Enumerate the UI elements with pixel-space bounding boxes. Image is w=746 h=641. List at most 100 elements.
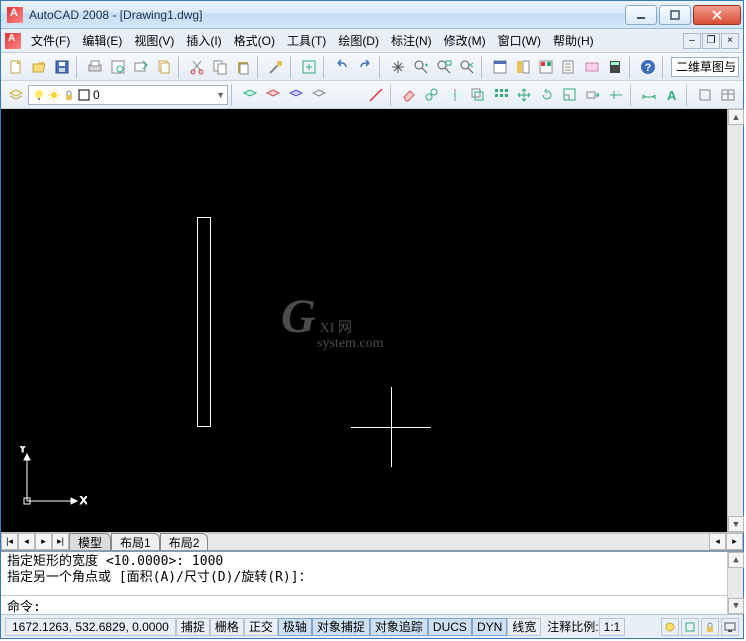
open-icon[interactable] — [28, 56, 50, 78]
design-center-icon[interactable] — [512, 56, 534, 78]
tool-palettes-icon[interactable] — [535, 56, 557, 78]
sheet-set-mgr-icon[interactable] — [558, 56, 580, 78]
menu-view[interactable]: 视图(V) — [128, 30, 180, 51]
block-editor-icon[interactable] — [298, 56, 320, 78]
menu-draw[interactable]: 绘图(D) — [332, 30, 385, 51]
save-icon[interactable] — [51, 56, 73, 78]
cut-icon[interactable] — [186, 56, 208, 78]
drawing-rectangle[interactable] — [197, 217, 211, 427]
vertical-scrollbar[interactable]: ▲ ▼ — [727, 109, 743, 532]
toggle-dyn[interactable]: DYN — [472, 618, 507, 636]
zoom-window-icon[interactable] — [433, 56, 455, 78]
lock-ui-icon[interactable] — [701, 618, 719, 636]
zoom-realtime-icon[interactable] — [410, 56, 432, 78]
mirror-icon[interactable] — [444, 84, 466, 106]
help-icon[interactable]: ? — [637, 56, 659, 78]
paste-icon[interactable] — [232, 56, 254, 78]
line-icon[interactable] — [365, 84, 387, 106]
hscroll-left-icon[interactable]: ◂ — [709, 533, 726, 550]
layer-state-icon[interactable] — [262, 84, 284, 106]
layer-combo[interactable]: 0 ▼ — [28, 85, 228, 105]
toggle-polar[interactable]: 极轴 — [278, 618, 312, 636]
layer-props-icon[interactable] — [5, 84, 27, 106]
mdi-restore[interactable]: ❐ — [702, 33, 720, 49]
anno-autoscale-icon[interactable] — [681, 618, 699, 636]
tab-prev-icon[interactable]: ◂ — [18, 533, 35, 550]
command-input[interactable]: 命令: — [1, 596, 727, 614]
scale-icon[interactable] — [559, 84, 581, 106]
toggle-osnap[interactable]: 对象捕捉 — [312, 618, 370, 636]
menu-tools[interactable]: 工具(T) — [281, 30, 332, 51]
tab-layout2[interactable]: 布局2 — [160, 533, 209, 550]
anno-visibility-icon[interactable] — [661, 618, 679, 636]
coordinates-readout[interactable]: 1672.1263, 532.6829, 0.0000 — [5, 618, 176, 636]
menu-format[interactable]: 格式(O) — [228, 30, 281, 51]
tab-model[interactable]: 模型 — [69, 533, 111, 550]
redo-icon[interactable] — [354, 56, 376, 78]
scroll-up-icon[interactable]: ▲ — [728, 109, 744, 125]
tab-next-icon[interactable]: ▸ — [35, 533, 52, 550]
plot-preview-icon[interactable] — [107, 56, 129, 78]
offset-icon[interactable] — [467, 84, 489, 106]
menu-file[interactable]: 文件(F) — [25, 30, 76, 51]
dim-linear-icon[interactable] — [638, 84, 660, 106]
move-icon[interactable] — [513, 84, 535, 106]
quickcalc-icon[interactable] — [604, 56, 626, 78]
table-icon[interactable] — [717, 84, 739, 106]
tab-first-icon[interactable]: |◂ — [1, 533, 18, 550]
block-icon[interactable] — [694, 84, 716, 106]
pan-icon[interactable] — [387, 56, 409, 78]
tab-last-icon[interactable]: ▸| — [52, 533, 69, 550]
layer-previous-icon[interactable] — [239, 84, 261, 106]
anno-scale-combo[interactable]: 1:1 — [599, 618, 626, 636]
properties-icon[interactable] — [489, 56, 511, 78]
app-icon — [7, 7, 23, 23]
scroll-down-icon[interactable]: ▼ — [728, 598, 744, 614]
copy-icon[interactable] — [209, 56, 231, 78]
erase-icon[interactable] — [398, 84, 420, 106]
layer-iso-icon[interactable] — [285, 84, 307, 106]
toggle-grid[interactable]: 栅格 — [210, 618, 244, 636]
array-icon[interactable] — [490, 84, 512, 106]
toggle-ortho[interactable]: 正交 — [244, 618, 278, 636]
mdi-minimize[interactable]: – — [683, 33, 701, 49]
undo-icon[interactable] — [331, 56, 353, 78]
menu-help[interactable]: 帮助(H) — [547, 30, 600, 51]
toggle-ducs[interactable]: DUCS — [428, 618, 472, 636]
rotate-icon[interactable] — [536, 84, 558, 106]
horizontal-scrollbar[interactable] — [208, 533, 709, 550]
copy-obj-icon[interactable] — [421, 84, 443, 106]
stretch-icon[interactable] — [582, 84, 604, 106]
close-button[interactable] — [693, 5, 741, 25]
menu-edit[interactable]: 编辑(E) — [76, 30, 128, 51]
trim-icon[interactable] — [605, 84, 627, 106]
workspace-combo[interactable]: 二维草图与 — [671, 57, 739, 77]
publish-icon[interactable] — [130, 56, 152, 78]
toggle-snap[interactable]: 捕捉 — [176, 618, 210, 636]
scroll-down-icon[interactable]: ▼ — [728, 516, 744, 532]
toggle-lwt[interactable]: 线宽 — [507, 618, 541, 636]
hscroll-right-icon[interactable]: ▸ — [726, 533, 743, 550]
menu-window[interactable]: 窗口(W) — [492, 30, 547, 51]
zoom-previous-icon[interactable] — [456, 56, 478, 78]
plot-icon[interactable] — [84, 56, 106, 78]
new-icon[interactable] — [5, 56, 27, 78]
minimize-button[interactable] — [625, 5, 657, 25]
text-icon[interactable]: A — [661, 84, 683, 106]
clean-screen-icon[interactable] — [721, 618, 739, 636]
maximize-button[interactable] — [659, 5, 691, 25]
drawing-area[interactable]: GXI 网 system.com X Y — [1, 109, 743, 532]
match-prop-icon[interactable] — [265, 56, 287, 78]
mdi-close[interactable]: × — [721, 33, 739, 49]
command-scrollbar[interactable]: ▲ ▼ — [727, 552, 743, 614]
menu-dimension[interactable]: 标注(N) — [385, 30, 438, 51]
tab-layout1[interactable]: 布局1 — [111, 533, 160, 550]
layer-freeze-icon[interactable] — [308, 84, 330, 106]
menu-insert[interactable]: 插入(I) — [180, 30, 227, 51]
toggle-otrack[interactable]: 对象追踪 — [370, 618, 428, 636]
scroll-up-icon[interactable]: ▲ — [728, 552, 744, 568]
menu-modify[interactable]: 修改(M) — [438, 30, 492, 51]
markup-icon[interactable] — [581, 56, 603, 78]
sheet-set-icon[interactable] — [153, 56, 175, 78]
command-history[interactable]: 指定矩形的宽度 <10.0000>: 1000 指定另一个角点或 [面积(A)/… — [1, 552, 727, 596]
